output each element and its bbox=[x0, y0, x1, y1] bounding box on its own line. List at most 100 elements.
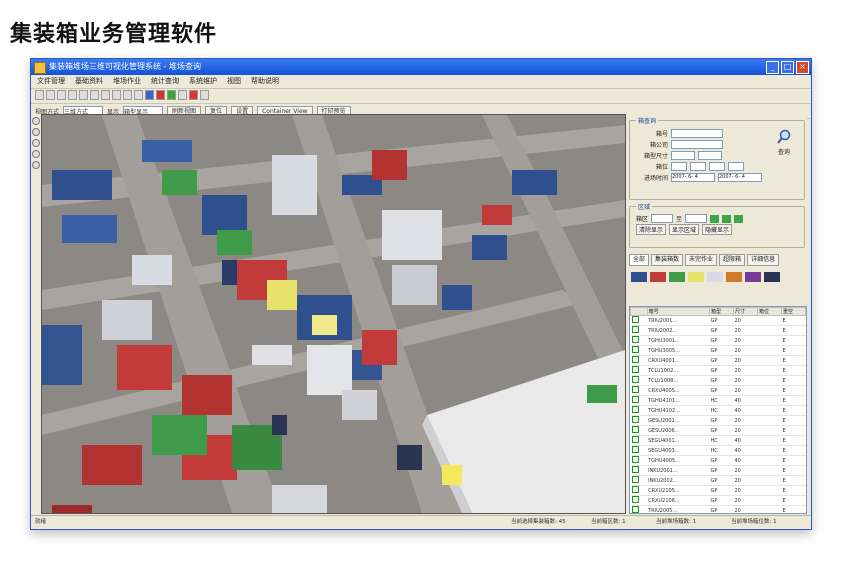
settings-icon[interactable] bbox=[200, 90, 209, 100]
check-icon[interactable] bbox=[631, 446, 639, 453]
maximize-icon[interactable]: □ bbox=[781, 61, 794, 74]
table-row[interactable]: SEGU4001... HC 40 E bbox=[630, 435, 806, 446]
menu-file[interactable]: 文件管理 bbox=[37, 75, 65, 88]
row-checkbox[interactable] bbox=[630, 325, 648, 336]
menu-view[interactable]: 视图 bbox=[227, 75, 241, 88]
yard-3d-viewport[interactable] bbox=[41, 114, 626, 514]
row-checkbox[interactable] bbox=[630, 315, 648, 326]
check-icon[interactable] bbox=[631, 406, 639, 413]
container-list-table[interactable]: 箱号 箱型 尺寸 箱位 重空 TRIU2001... GP 20 E TRIU2002.… bbox=[629, 306, 807, 514]
show-area-button[interactable]: 显示区域 bbox=[669, 224, 700, 235]
check-icon[interactable] bbox=[631, 506, 639, 513]
stop-icon[interactable] bbox=[189, 90, 198, 100]
table-row[interactable]: CRXU4005... GP 20 E bbox=[630, 385, 806, 396]
red-filter-icon[interactable] bbox=[156, 90, 165, 100]
close-icon[interactable]: × bbox=[796, 61, 809, 74]
tab-pending[interactable]: 未完作业 bbox=[685, 254, 718, 266]
open-icon[interactable] bbox=[46, 90, 55, 100]
copy-icon[interactable] bbox=[90, 90, 99, 100]
company-select[interactable] bbox=[671, 140, 723, 149]
table-row[interactable]: TCLU1002... GP 20 E bbox=[630, 365, 806, 376]
row-checkbox[interactable] bbox=[630, 365, 648, 376]
container-no-input[interactable] bbox=[671, 129, 723, 138]
check-icon[interactable] bbox=[631, 486, 639, 493]
table-row[interactable]: TCLU1008... GP 20 E bbox=[630, 375, 806, 386]
check-icon[interactable] bbox=[631, 476, 639, 483]
green-filter-icon[interactable] bbox=[167, 90, 176, 100]
swatch-blue[interactable] bbox=[631, 272, 647, 282]
table-row[interactable]: INKU2001... GP 20 E bbox=[630, 465, 806, 476]
row-checkbox[interactable] bbox=[630, 465, 648, 476]
pan-icon[interactable] bbox=[32, 117, 40, 125]
tab-all[interactable]: 全部 bbox=[629, 254, 650, 266]
table-row[interactable]: TGHU4005... GP 40 E bbox=[630, 455, 806, 466]
play-icon[interactable] bbox=[178, 90, 187, 100]
table-row[interactable]: SEGU4003... HC 40 E bbox=[630, 445, 806, 456]
swatch-red[interactable] bbox=[650, 272, 666, 282]
row-checkbox[interactable] bbox=[630, 445, 648, 456]
remove-area-icon[interactable] bbox=[734, 214, 744, 223]
check-icon[interactable] bbox=[631, 396, 639, 403]
tab-oversize[interactable]: 超限箱 bbox=[719, 254, 746, 266]
menu-basic[interactable]: 基础资料 bbox=[75, 75, 103, 88]
menu-help[interactable]: 帮助说明 bbox=[251, 75, 279, 88]
table-row[interactable]: CRXU2106... GP 20 E bbox=[630, 495, 806, 506]
date-from-input[interactable]: 2007- 6- 4 bbox=[671, 173, 715, 182]
slot-tier-input[interactable] bbox=[728, 162, 744, 171]
table-row[interactable]: TRIU2002... GP 20 E bbox=[630, 325, 806, 336]
table-row[interactable]: GESU2006... GP 20 E bbox=[630, 425, 806, 436]
print-icon[interactable] bbox=[68, 90, 77, 100]
zoom-icon[interactable] bbox=[32, 128, 40, 136]
row-checkbox[interactable] bbox=[630, 505, 648, 513]
blue-filter-icon[interactable] bbox=[145, 90, 154, 100]
table-row[interactable]: CRXU2105... GP 20 E bbox=[630, 485, 806, 496]
row-checkbox[interactable] bbox=[630, 485, 648, 496]
slot-bay-input[interactable] bbox=[690, 162, 706, 171]
add-area-icon[interactable] bbox=[710, 214, 720, 223]
row-checkbox[interactable] bbox=[630, 395, 648, 406]
check-icon[interactable] bbox=[631, 386, 639, 393]
row-checkbox[interactable] bbox=[630, 495, 648, 506]
swatch-purple[interactable] bbox=[745, 272, 761, 282]
col-slot[interactable]: 箱位 bbox=[756, 307, 782, 316]
cut-icon[interactable] bbox=[79, 90, 88, 100]
check-icon[interactable] bbox=[631, 376, 639, 383]
table-row[interactable]: TRIU2005... GP 20 E bbox=[630, 505, 806, 513]
add-all-icon[interactable] bbox=[722, 214, 732, 223]
slot-area-input[interactable] bbox=[671, 162, 687, 171]
row-checkbox[interactable] bbox=[630, 345, 648, 356]
swatch-orange[interactable] bbox=[726, 272, 742, 282]
check-icon[interactable] bbox=[631, 336, 639, 343]
table-row[interactable]: TGHU4101... HC 40 E bbox=[630, 395, 806, 406]
check-icon[interactable] bbox=[631, 356, 639, 363]
row-checkbox[interactable] bbox=[630, 425, 648, 436]
row-checkbox[interactable] bbox=[630, 415, 648, 426]
clear-display-button[interactable]: 清除显示 bbox=[636, 224, 667, 235]
check-icon[interactable] bbox=[631, 456, 639, 463]
menu-stats[interactable]: 统计查询 bbox=[151, 75, 179, 88]
new-icon[interactable] bbox=[35, 90, 44, 100]
row-checkbox[interactable] bbox=[630, 385, 648, 396]
tab-count[interactable]: 集装箱数 bbox=[651, 254, 684, 266]
area-to-select[interactable] bbox=[685, 214, 708, 223]
tab-detail[interactable]: 详细信息 bbox=[747, 254, 780, 266]
check-icon[interactable] bbox=[631, 346, 639, 353]
row-checkbox[interactable] bbox=[630, 355, 648, 366]
check-icon[interactable] bbox=[631, 466, 639, 473]
orbit-icon[interactable] bbox=[32, 139, 40, 147]
table-row[interactable]: TRIU2001... GP 20 E bbox=[630, 315, 806, 326]
check-icon[interactable] bbox=[631, 366, 639, 373]
row-checkbox[interactable] bbox=[630, 335, 648, 346]
col-load[interactable]: 重空 bbox=[780, 307, 806, 316]
swatch-dark[interactable] bbox=[764, 272, 780, 282]
type-select[interactable] bbox=[671, 151, 695, 160]
check-icon[interactable] bbox=[631, 316, 639, 323]
check-icon[interactable] bbox=[631, 416, 639, 423]
swatch-green[interactable] bbox=[669, 272, 685, 282]
slot-row-input[interactable] bbox=[709, 162, 725, 171]
swatch-yellow[interactable] bbox=[688, 272, 704, 282]
minimize-icon[interactable]: _ bbox=[766, 61, 779, 74]
table-row[interactable]: INKU2002... GP 20 E bbox=[630, 475, 806, 486]
check-icon[interactable] bbox=[631, 436, 639, 443]
hide-display-button[interactable]: 隐藏显示 bbox=[702, 224, 733, 235]
